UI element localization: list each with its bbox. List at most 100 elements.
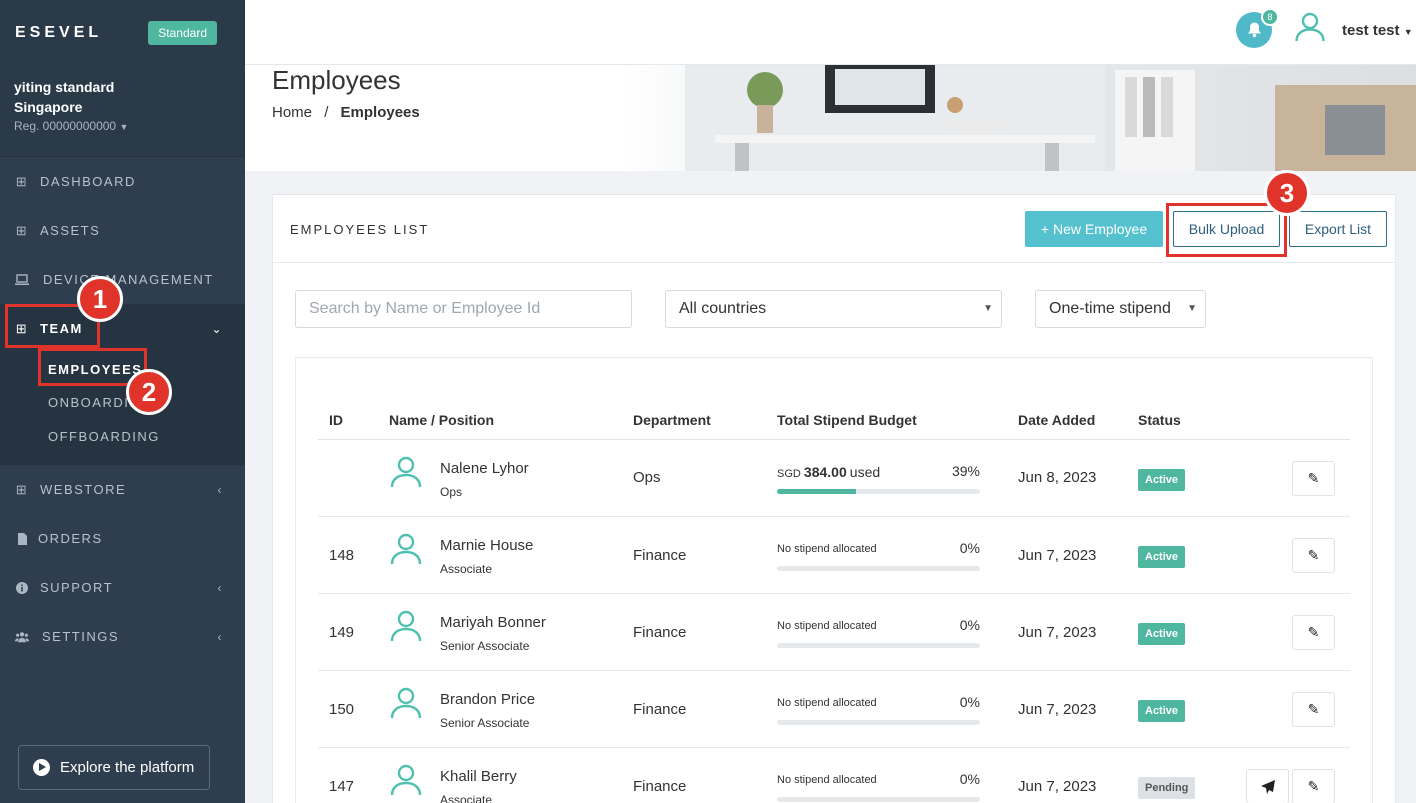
notification-count-badge: 8 — [1261, 8, 1279, 26]
search-input[interactable]: Search by Name or Employee Id — [295, 290, 632, 328]
stipend-text: No stipend allocated — [777, 543, 877, 555]
sidebar-item-dashboard[interactable]: ⊞ DASHBOARD — [0, 157, 245, 206]
sidebar-item-settings[interactable]: SETTINGS ‹ — [0, 612, 245, 661]
table-row[interactable]: 149 Mariyah Bonner Senior Associate Fina… — [318, 594, 1350, 671]
page-title: Employees — [272, 65, 401, 95]
stipend-percent: 0% — [959, 617, 980, 633]
col-header-stipend[interactable]: Total Stipend Budget — [777, 412, 917, 428]
chevron-left-icon: ‹ — [217, 580, 223, 595]
company-switcher[interactable]: yiting standard Singapore Reg. 000000000… — [0, 65, 245, 157]
stipend-progress-bar — [777, 797, 980, 802]
grid-icon: ⊞ — [15, 173, 29, 189]
stipend-text: No stipend allocated — [777, 620, 877, 632]
sidebar-item-label: DASHBOARD — [40, 174, 136, 189]
play-icon — [33, 759, 50, 776]
employee-id: 149 — [329, 624, 355, 641]
sidebar: ESEVEL Standard yiting standard Singapor… — [0, 0, 245, 803]
stipend-percent: 0% — [959, 694, 980, 710]
breadcrumb: Home / Employees — [272, 104, 420, 121]
sidebar-item-assets[interactable]: ⊞ ASSETS — [0, 206, 245, 255]
edit-button[interactable]: ✎ — [1292, 692, 1335, 727]
explore-platform-button[interactable]: Explore the platform — [18, 745, 210, 790]
employee-department: Finance — [633, 547, 687, 564]
employee-name[interactable]: Marnie House — [440, 537, 533, 554]
employee-name[interactable]: Nalene Lyhor — [440, 460, 529, 477]
stipend-percent: 39% — [951, 463, 980, 479]
send-invite-button[interactable] — [1246, 769, 1289, 803]
user-avatar-icon[interactable] — [1295, 12, 1325, 42]
col-header-date[interactable]: Date Added — [1018, 412, 1095, 428]
sidebar-item-label: DEVICE MANAGEMENT — [43, 272, 214, 287]
caret-down-icon: ▼ — [119, 122, 129, 132]
status-badge: Pending — [1138, 777, 1196, 799]
employee-position: Ops — [440, 485, 463, 499]
employee-name[interactable]: Khalil Berry — [440, 768, 517, 785]
pencil-icon: ✎ — [1307, 701, 1320, 717]
stipend-type-select[interactable]: One-time stipend ▼ — [1035, 290, 1206, 328]
chevron-down-icon: ▼ — [1187, 303, 1197, 314]
edit-button[interactable]: ✎ — [1292, 769, 1335, 803]
person-avatar-icon — [390, 687, 422, 719]
country-select[interactable]: All countries ▼ — [665, 290, 1002, 328]
step-marker-1: 1 — [77, 276, 123, 322]
company-name-line2: Singapore — [14, 99, 83, 115]
employee-position: Senior Associate — [440, 716, 530, 730]
sidebar-subitem-offboarding[interactable]: OFFBOARDING — [0, 419, 245, 465]
new-employee-button[interactable]: + New Employee — [1025, 211, 1163, 247]
status-badge: Active — [1138, 623, 1186, 645]
sidebar-item-support[interactable]: SUPPORT ‹ — [0, 563, 245, 612]
step-marker-3: 3 — [1264, 170, 1310, 216]
employee-name[interactable]: Brandon Price — [440, 691, 535, 708]
caret-down-icon: ▼ — [1403, 27, 1413, 37]
sidebar-item-label: SETTINGS — [42, 629, 120, 644]
edit-button[interactable]: ✎ — [1292, 538, 1335, 573]
date-added: Jun 7, 2023 — [1018, 547, 1097, 564]
sidebar-subitem-onboarding[interactable]: ONBOARDING — [0, 386, 245, 419]
table-row[interactable]: Nalene Lyhor Ops Ops SGD 384.00 used 39%… — [318, 440, 1350, 517]
employee-name[interactable]: Mariyah Bonner — [440, 614, 546, 631]
sidebar-item-label: WEBSTORE — [40, 482, 127, 497]
employee-department: Finance — [633, 778, 687, 795]
employee-id: 148 — [329, 547, 355, 564]
pencil-icon: ✎ — [1307, 778, 1320, 794]
breadcrumb-current: Employees — [340, 104, 420, 121]
employee-position: Senior Associate — [440, 639, 530, 653]
brand-row: ESEVEL Standard — [0, 0, 245, 65]
sidebar-item-orders[interactable]: ORDERS — [0, 514, 245, 563]
user-menu[interactable]: test test ▼ — [1342, 22, 1413, 39]
users-icon — [15, 630, 29, 644]
pencil-icon: ✎ — [1307, 624, 1320, 640]
explore-label: Explore the platform — [60, 759, 195, 776]
pencil-icon: ✎ — [1307, 547, 1320, 563]
date-added: Jun 8, 2023 — [1018, 469, 1097, 486]
page-header: Employees Home / Employees — [245, 65, 1416, 171]
person-avatar-icon — [390, 610, 422, 642]
export-list-button[interactable]: Export List — [1289, 211, 1387, 247]
employee-position: Associate — [440, 562, 493, 576]
employee-position: Associate — [440, 793, 493, 803]
breadcrumb-home[interactable]: Home — [272, 104, 312, 121]
pencil-icon: ✎ — [1307, 470, 1320, 486]
employee-id: 150 — [329, 701, 355, 718]
col-header-name[interactable]: Name / Position — [389, 412, 494, 428]
col-header-department[interactable]: Department — [633, 412, 711, 428]
table-row[interactable]: 147 Khalil Berry Associate Finance No st… — [318, 748, 1350, 803]
status-badge: Active — [1138, 546, 1186, 568]
edit-button[interactable]: ✎ — [1292, 461, 1335, 496]
sidebar-item-webstore[interactable]: ⊞ WEBSTORE ‹ — [0, 465, 245, 514]
edit-button[interactable]: ✎ — [1292, 615, 1335, 650]
table-row[interactable]: 148 Marnie House Associate Finance No st… — [318, 517, 1350, 594]
highlight-box-bulk-upload — [1166, 203, 1287, 257]
chevron-down-icon: ▼ — [983, 303, 993, 314]
col-header-id[interactable]: ID — [329, 412, 343, 428]
stipend-text: No stipend allocated — [777, 697, 877, 709]
employee-department: Ops — [633, 469, 661, 486]
stipend-text: No stipend allocated — [777, 774, 877, 786]
info-icon — [15, 581, 29, 595]
date-added: Jun 7, 2023 — [1018, 701, 1097, 718]
stipend-used: SGD 384.00 used — [777, 464, 881, 480]
person-avatar-icon — [390, 533, 422, 565]
table-row[interactable]: 150 Brandon Price Senior Associate Finan… — [318, 671, 1350, 748]
stipend-percent: 0% — [959, 771, 980, 787]
col-header-status[interactable]: Status — [1138, 412, 1181, 428]
